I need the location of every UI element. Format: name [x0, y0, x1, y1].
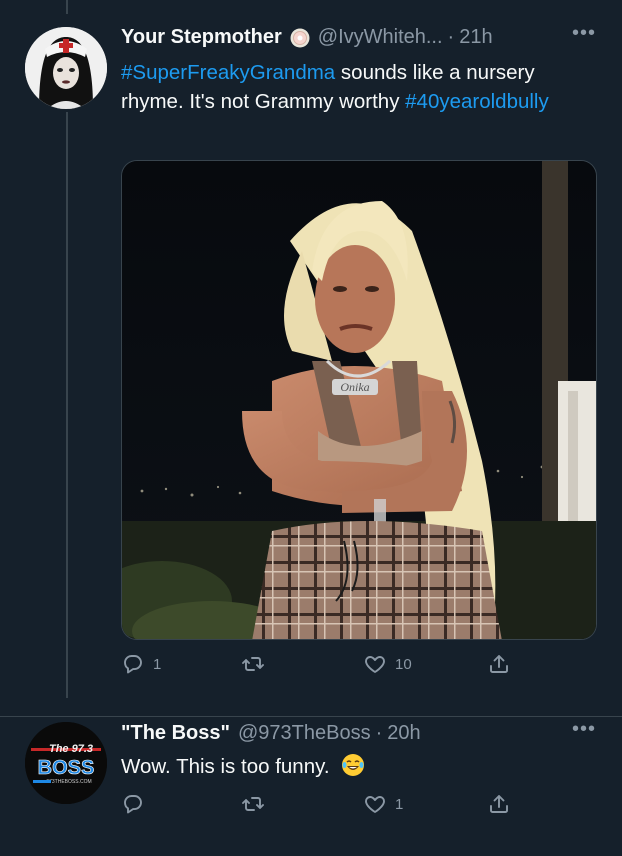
avatar[interactable]: The 97.3 BOSS 973THEBOSS.COM [25, 722, 107, 804]
more-icon[interactable]: ••• [572, 718, 596, 741]
like-icon [365, 656, 385, 673]
avatar-image [25, 27, 107, 109]
share-icon [490, 795, 508, 813]
tweet-header: Your Stepmother @IvyWhiteh... · 21h [121, 26, 493, 49]
share-icon [490, 655, 508, 673]
badge-icon [290, 28, 310, 48]
tweet-header: "The Boss" @973TheBoss · 20h [121, 722, 421, 745]
tweet-actions: 1 10 [121, 652, 601, 678]
like-button[interactable]: 1 [363, 792, 403, 816]
share-button[interactable] [487, 652, 511, 676]
avatar[interactable] [25, 27, 107, 109]
laughing-emoji-icon [341, 753, 365, 785]
station-logo: The 97.3 BOSS 973THEBOSS.COM [25, 722, 107, 804]
logo-line3: 973THEBOSS.COM [46, 779, 91, 785]
more-icon[interactable]: ••• [572, 22, 596, 45]
timestamp[interactable]: 21h [459, 26, 492, 49]
necklace-text: Onika [340, 380, 369, 394]
reply-icon [124, 655, 142, 674]
like-count: 10 [395, 655, 412, 673]
tweet-body: Wow. This is too funny. [121, 755, 330, 778]
hashtag-link[interactable]: #SuperFreakyGrandma [121, 61, 335, 84]
photo-image: Onika [122, 161, 596, 639]
retweet-button[interactable] [241, 792, 273, 816]
reply-count: 1 [153, 655, 162, 673]
retweet-icon [242, 657, 264, 671]
like-count: 1 [395, 795, 404, 813]
tweet-actions: 1 [121, 792, 601, 818]
tweet-divider [0, 716, 622, 717]
display-name[interactable]: Your Stepmother [121, 26, 282, 49]
display-name[interactable]: "The Boss" [121, 722, 230, 745]
separator: · [447, 26, 455, 48]
handle[interactable]: @IvyWhiteh... [318, 26, 443, 49]
hashtag-link[interactable]: #40yearoldbully [405, 90, 549, 113]
reply-icon [124, 795, 142, 814]
reply-button[interactable] [121, 792, 153, 816]
reply-button[interactable]: 1 [121, 652, 161, 676]
tweet-text: #SuperFreakyGrandma sounds like a nurser… [121, 58, 591, 116]
thread-line [66, 112, 68, 698]
retweet-icon [242, 797, 264, 811]
handle[interactable]: @973TheBoss [238, 722, 371, 745]
timestamp[interactable]: 20h [387, 722, 420, 745]
like-button[interactable]: 10 [363, 652, 412, 676]
like-icon [365, 796, 385, 813]
thread-line-top [66, 0, 68, 14]
share-button[interactable] [487, 792, 511, 816]
tweet-text: Wow. This is too funny. [121, 752, 591, 785]
logo-line1: The 97.3 [49, 743, 93, 755]
tweet-photo[interactable]: Onika [121, 160, 597, 640]
retweet-button[interactable] [241, 652, 273, 676]
separator: · [375, 722, 383, 744]
logo-line2: BOSS [38, 757, 95, 779]
